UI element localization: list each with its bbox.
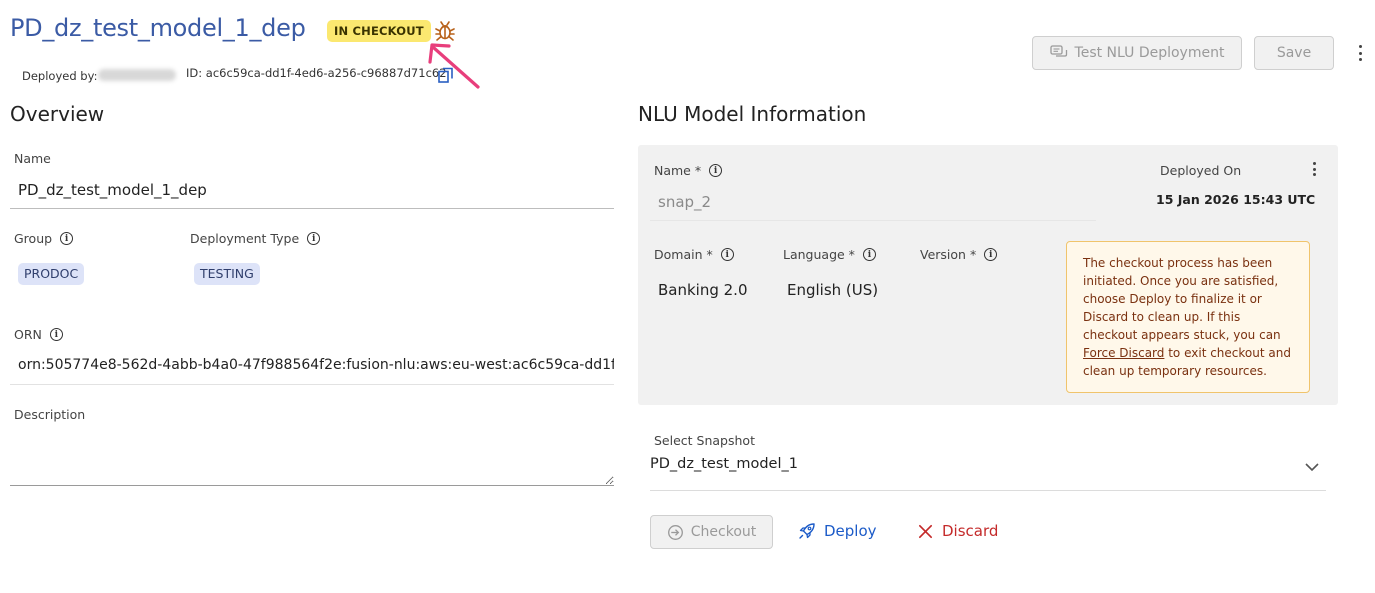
test-nlu-deployment-label: Test NLU Deployment xyxy=(1074,45,1225,61)
deployed-by-value-redacted xyxy=(98,69,176,81)
nlu-name-value: snap_2 xyxy=(658,193,712,211)
more-options-icon[interactable] xyxy=(1350,42,1370,64)
info-icon[interactable]: i xyxy=(984,248,998,261)
info-icon[interactable]: i xyxy=(720,248,734,261)
info-icon[interactable]: i xyxy=(49,328,63,341)
save-label: Save xyxy=(1276,45,1312,61)
description-textarea[interactable] xyxy=(10,430,614,486)
info-icon[interactable]: i xyxy=(709,164,723,177)
select-snapshot-label: Select Snapshot xyxy=(654,433,755,448)
version-label: Version * i xyxy=(920,247,998,262)
deploy-button[interactable]: Deploy xyxy=(798,522,877,540)
info-icon[interactable]: i xyxy=(60,232,74,245)
status-badge: IN CHECKOUT xyxy=(327,20,431,42)
group-chip: PRODOC xyxy=(18,263,85,285)
info-icon[interactable]: i xyxy=(307,232,321,245)
language-label: Language * i xyxy=(783,247,876,262)
discard-label: Discard xyxy=(942,522,999,540)
checkout-button[interactable]: Checkout xyxy=(650,515,773,549)
warning-text: The checkout process has been initiated.… xyxy=(1083,256,1281,342)
checkout-icon xyxy=(667,524,683,540)
discard-button[interactable]: Discard xyxy=(917,522,998,540)
snapshot-select[interactable]: PD_dz_test_model_1 xyxy=(650,456,798,472)
test-nlu-deployment-button[interactable]: Test NLU Deployment xyxy=(1032,36,1242,70)
deployed-by-label: Deployed by: xyxy=(22,69,98,83)
deploy-label: Deploy xyxy=(824,522,877,540)
name-label: Name xyxy=(14,151,51,166)
group-label: Group i xyxy=(14,231,74,246)
nlu-name-label: Name * i xyxy=(654,163,723,178)
name-underline xyxy=(10,208,614,209)
deployment-type-chip: TESTING xyxy=(194,263,260,285)
overview-heading: Overview xyxy=(10,102,105,126)
snapshot-underline xyxy=(650,490,1326,491)
chevron-down-icon[interactable] xyxy=(1303,458,1321,476)
info-icon[interactable]: i xyxy=(862,248,876,261)
domain-label: Domain * i xyxy=(654,247,734,262)
nlu-model-info-heading: NLU Model Information xyxy=(638,102,867,126)
nlu-name-underline xyxy=(650,220,1096,221)
checkout-warning-box: The checkout process has been initiated.… xyxy=(1066,241,1310,393)
deployed-on-label: Deployed On xyxy=(1160,163,1242,178)
close-icon xyxy=(918,524,933,538)
checkout-label: Checkout xyxy=(690,524,757,540)
deployment-type-label: Deployment Type i xyxy=(190,231,321,246)
name-value[interactable]: PD_dz_test_model_1_dep xyxy=(18,181,207,199)
rocket-icon xyxy=(799,523,815,539)
save-button[interactable]: Save xyxy=(1254,36,1334,70)
orn-underline xyxy=(10,384,614,385)
domain-value: Banking 2.0 xyxy=(658,281,748,299)
description-label: Description xyxy=(14,407,86,422)
deployment-id: ID: ac6c59ca-dd1f-4ed6-a256-c96887d71c62 xyxy=(186,66,447,80)
chat-icon xyxy=(1049,45,1067,57)
annotation-arrow xyxy=(428,43,480,89)
language-value: English (US) xyxy=(787,281,879,299)
force-discard-link[interactable]: Force Discard xyxy=(1083,346,1164,360)
page-title: PD_dz_test_model_1_dep xyxy=(10,14,306,42)
deployed-on-value: 15 Jan 2026 15:43 UTC xyxy=(1156,192,1316,207)
panel-more-options-icon[interactable] xyxy=(1306,160,1322,178)
orn-label: ORN i xyxy=(14,327,63,342)
orn-value: orn:505774e8-562d-4abb-b4a0-47f988564f2e… xyxy=(18,357,614,373)
